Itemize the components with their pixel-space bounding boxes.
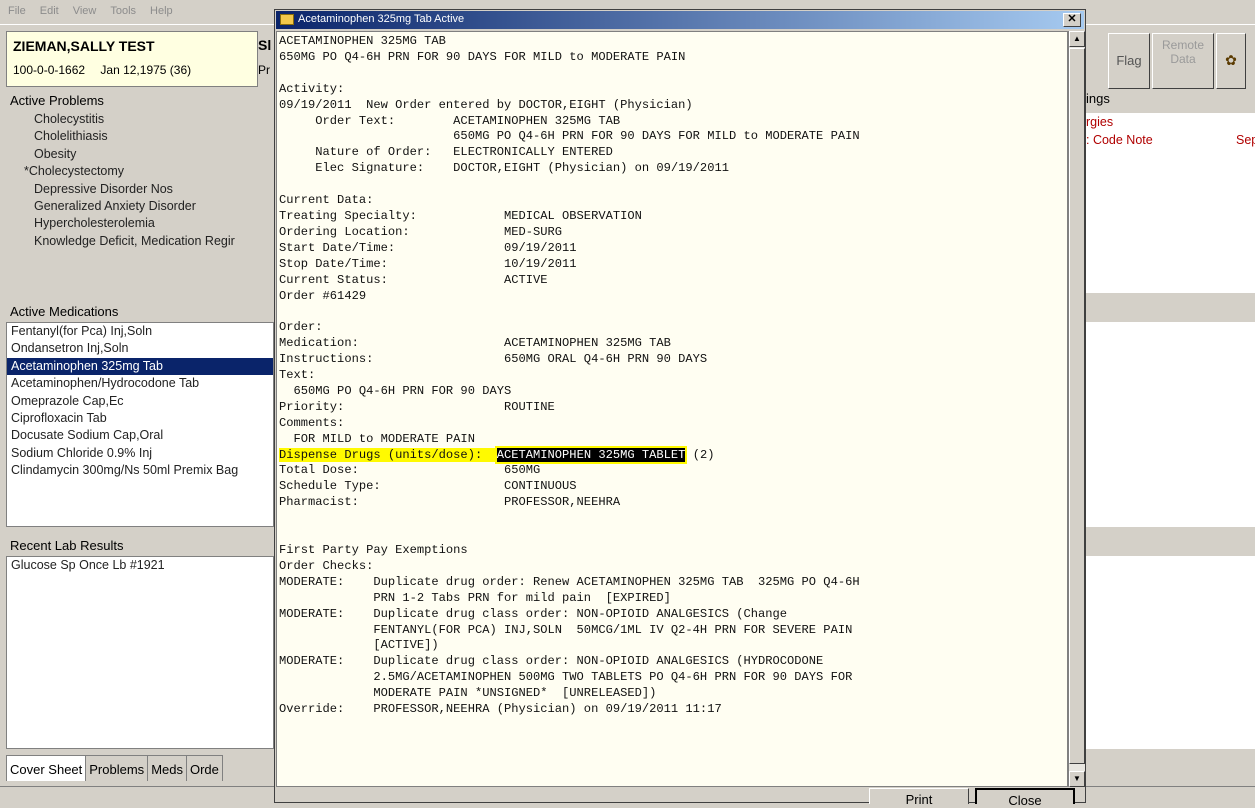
code-note-date: Sep [1236,133,1255,147]
list-item-selected[interactable]: Acetaminophen 325mg Tab [7,357,273,376]
print-button[interactable]: Print [869,788,969,807]
provider-stub: Pr [258,63,270,77]
remote-data-button[interactable]: Remote Data [1152,33,1214,89]
labs-header: Recent Lab Results [10,538,124,553]
allergies-item[interactable]: rgies [1086,115,1113,129]
dispense-drug-selected[interactable]: ACETAMINOPHEN 325MG TABLET [494,445,688,464]
menu-file[interactable]: File [0,0,32,17]
list-item[interactable]: Cholecystitis [6,111,274,128]
postings-icon[interactable]: ✿ [1216,33,1246,89]
list-item[interactable]: Clindamycin 300mg/Ns 50ml Premix Bag [7,462,273,479]
dispense-drugs-label: Dispense Drugs (units/dose): [279,447,497,462]
tab-cover-sheet[interactable]: Cover Sheet [6,755,87,781]
list-item[interactable]: Docusate Sodium Cap,Oral [7,427,273,444]
tab-problems[interactable]: Problems [85,755,149,781]
list-item[interactable]: Omeprazole Cap,Ec [7,393,273,410]
menu-view[interactable]: View [65,0,103,17]
chart-tabs: Cover Sheet Problems Meds Orde [6,755,223,783]
dispense-qty: (2) [685,447,715,462]
tab-meds[interactable]: Meds [147,755,187,781]
problems-header: Active Problems [10,93,104,108]
problems-list[interactable]: Cholecystitis Cholelithiasis Obesity *Ch… [6,111,274,296]
list-item[interactable]: *Cholecystectomy [6,163,274,180]
menu-tools[interactable]: Tools [102,0,142,17]
patient-banner[interactable]: ZIEMAN,SALLY TEST 100-0-0-1662 Jan 12,19… [6,31,258,87]
menu-edit[interactable]: Edit [32,0,65,17]
medications-list[interactable]: Fentanyl(for Pca) Inj,Soln Ondansetron I… [6,322,274,527]
dialog-title: Acetaminophen 325mg Tab Active [298,13,465,25]
remote-label-2: Data [1170,52,1196,66]
patient-ssn: 100-0-0-1662 [13,63,86,77]
close-icon[interactable]: ✕ [1063,13,1081,27]
list-item[interactable]: Glucose Sp Once Lb #1921 [7,557,273,574]
dialog-titlebar[interactable]: Acetaminophen 325mg Tab Active ✕ [276,11,1084,29]
scroll-down-icon[interactable]: ▼ [1069,771,1085,787]
list-item[interactable]: Hypercholesterolemia [6,215,274,232]
location-stub: Sl [258,37,272,53]
scroll-thumb[interactable] [1069,48,1085,764]
notepad-icon [280,14,294,25]
list-item[interactable]: Fentanyl(for Pca) Inj,Soln [7,323,273,340]
list-item[interactable]: Generalized Anxiety Disorder [6,198,274,215]
vertical-scrollbar[interactable]: ▲ ▼ [1068,31,1085,787]
list-item[interactable]: Ondansetron Inj,Soln [7,340,273,357]
postings-list[interactable]: rgies : Code Note Sep [1086,113,1255,293]
remote-label-1: Remote [1161,38,1205,52]
code-note-item[interactable]: : Code Note [1086,133,1153,147]
flag-button[interactable]: Flag [1108,33,1150,89]
order-text-before: ACETAMINOPHEN 325MG TAB 650MG PO Q4-6H P… [279,34,860,446]
labs-list[interactable]: Glucose Sp Once Lb #1921 [6,556,274,749]
right-list-3 [1086,556,1255,749]
scroll-up-icon[interactable]: ▲ [1069,31,1085,47]
right-list-2 [1086,322,1255,527]
patient-ids: 100-0-0-1662 Jan 12,1975 (36) [13,63,191,77]
order-text-body: ACETAMINOPHEN 325MG TAB 650MG PO Q4-6H P… [277,32,1067,718]
postings-header: ings [1086,91,1110,106]
close-button[interactable]: Close [975,788,1075,808]
list-item[interactable]: Ciprofloxacin Tab [7,410,273,427]
patient-name: ZIEMAN,SALLY TEST [13,38,155,54]
list-item[interactable]: Knowledge Deficit, Medication Regir [6,233,274,250]
menu-help[interactable]: Help [142,0,179,17]
tab-orders[interactable]: Orde [185,755,223,781]
list-item[interactable]: Depressive Disorder Nos [6,181,274,198]
medications-header: Active Medications [10,304,119,319]
patient-dob: Jan 12,1975 (36) [100,63,192,77]
list-item[interactable]: Obesity [6,146,274,163]
list-item[interactable]: Acetaminophen/Hydrocodone Tab [7,375,273,392]
order-text-after: Total Dose: 650MG Schedule Type: CONTINU… [279,463,860,717]
list-item[interactable]: Cholelithiasis [6,128,274,145]
order-detail-dialog: Acetaminophen 325mg Tab Active ✕ ACETAMI… [274,9,1086,808]
order-detail-text[interactable]: ACETAMINOPHEN 325MG TAB 650MG PO Q4-6H P… [276,31,1068,787]
list-item[interactable]: Sodium Chloride 0.9% Inj [7,445,273,462]
